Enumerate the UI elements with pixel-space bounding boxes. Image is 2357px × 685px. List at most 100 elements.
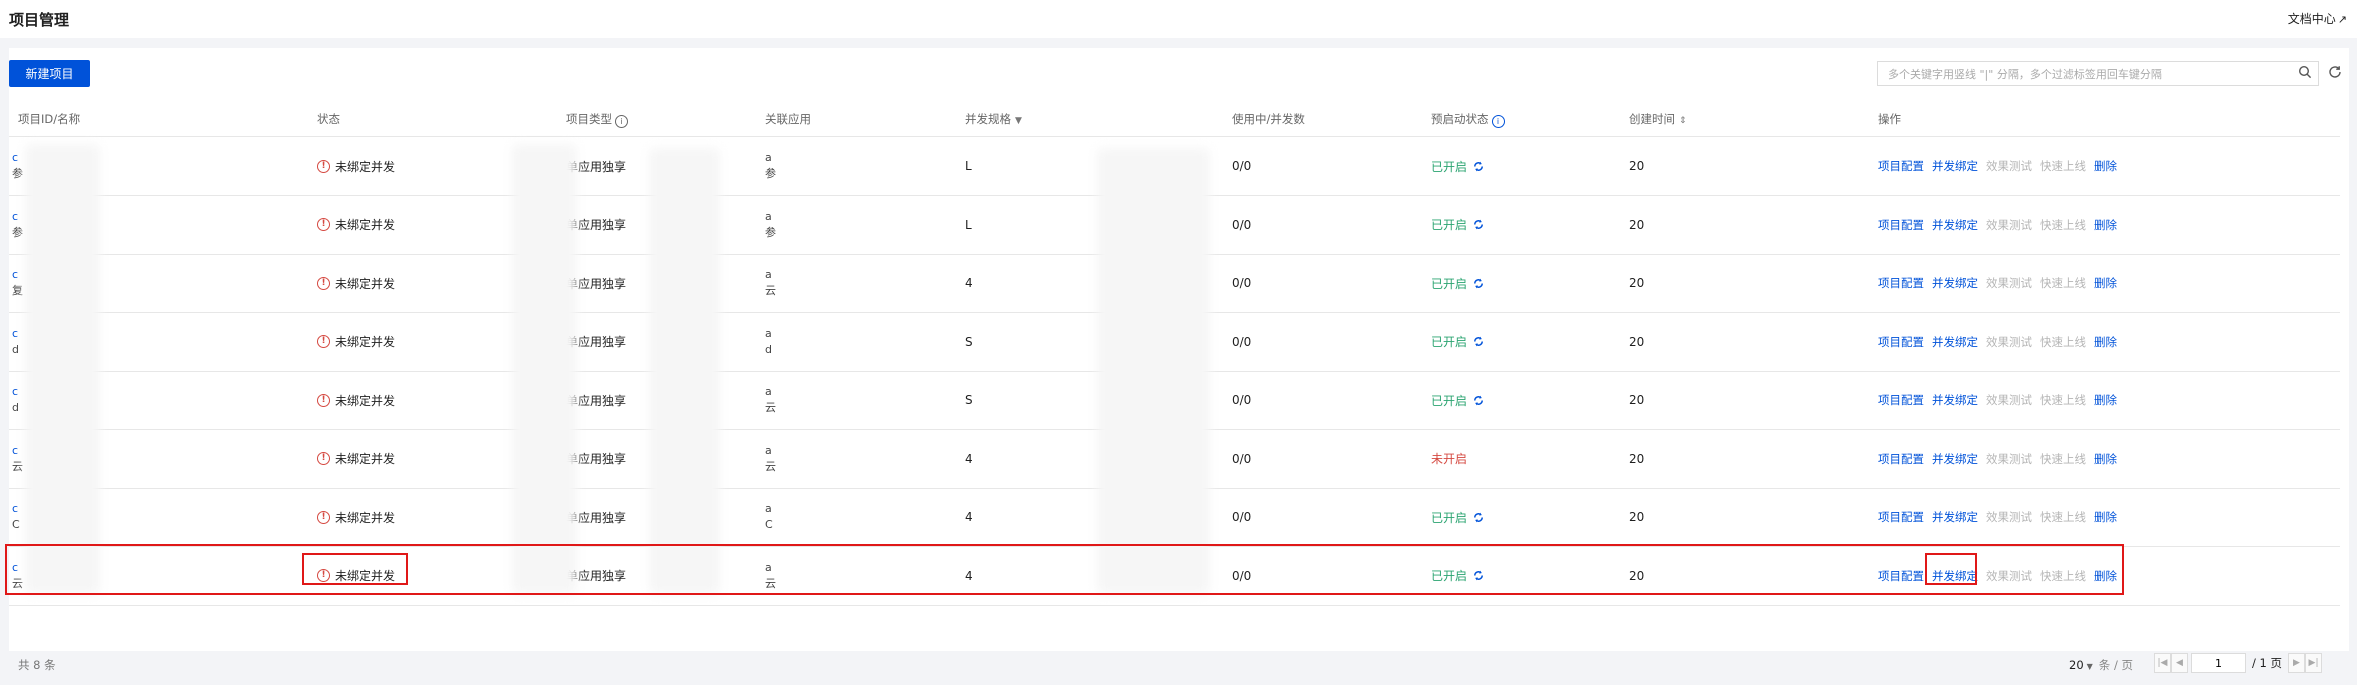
app-id: a xyxy=(765,443,772,457)
usage-cell: 0/0 xyxy=(1232,393,1252,407)
effect-test-link[interactable]: 效果测试 xyxy=(1986,158,2032,174)
project-id-link[interactable]: c xyxy=(12,267,18,283)
prev-page-icon[interactable]: ◀ xyxy=(2171,653,2188,673)
usage-cell: 0/0 xyxy=(1232,510,1252,524)
effect-test-link[interactable]: 效果测试 xyxy=(1986,509,2032,525)
delete-link[interactable]: 删除 xyxy=(2094,158,2117,174)
first-page-icon[interactable]: |◀ xyxy=(2154,653,2171,673)
project-id-link[interactable]: c xyxy=(12,150,18,166)
refresh-icon[interactable] xyxy=(2327,64,2343,80)
search-input[interactable] xyxy=(1886,65,2290,84)
project-config-link[interactable]: 项目配置 xyxy=(1878,158,1924,174)
status-text: 未绑定并发 xyxy=(335,393,396,408)
project-config-link[interactable]: 项目配置 xyxy=(1878,392,1924,408)
quick-launch-link[interactable]: 快速上线 xyxy=(2040,217,2086,233)
status-text: 未绑定并发 xyxy=(335,218,396,232)
delete-link[interactable]: 删除 xyxy=(2094,509,2117,525)
info-icon[interactable]: i xyxy=(615,115,628,128)
quick-launch-link[interactable]: 快速上线 xyxy=(2040,334,2086,350)
concurrency-bind-link[interactable]: 并发绑定 xyxy=(1932,392,1978,408)
id-name-cell: c云 xyxy=(12,430,23,488)
concurrency-bind-link[interactable]: 并发绑定 xyxy=(1932,275,1978,291)
app-name: 参 xyxy=(765,167,776,180)
prestart-cell: 已开启 xyxy=(1431,371,1485,429)
prestart-cell: 已开启 xyxy=(1431,313,1485,371)
next-page-icon[interactable]: ▶ xyxy=(2288,653,2306,673)
quick-launch-link[interactable]: 快速上线 xyxy=(2040,158,2086,174)
page-size-unit: 条 / 页 xyxy=(2098,658,2133,672)
quick-launch-link[interactable]: 快速上线 xyxy=(2040,451,2086,467)
search-icon[interactable] xyxy=(2298,65,2312,79)
sync-icon[interactable] xyxy=(1472,394,1485,407)
quick-launch-link[interactable]: 快速上线 xyxy=(2040,392,2086,408)
project-config-link[interactable]: 项目配置 xyxy=(1878,509,1924,525)
spec-cell: 4 xyxy=(965,510,973,524)
delete-link[interactable]: 删除 xyxy=(2094,217,2117,233)
project-name: d xyxy=(12,401,19,414)
effect-test-link[interactable]: 效果测试 xyxy=(1986,334,2032,350)
project-id-link[interactable]: c xyxy=(12,384,18,400)
project-config-link[interactable]: 项目配置 xyxy=(1878,275,1924,291)
quick-launch-link[interactable]: 快速上线 xyxy=(2040,509,2086,525)
concurrency-bind-link[interactable]: 并发绑定 xyxy=(1932,158,1978,174)
quick-launch-link[interactable]: 快速上线 xyxy=(2040,275,2086,291)
filter-icon[interactable]: ▼ xyxy=(1015,116,1022,126)
sort-icon[interactable]: ⇕ xyxy=(1679,116,1687,126)
project-id-link[interactable]: c xyxy=(12,501,18,517)
concurrency-bind-link[interactable]: 并发绑定 xyxy=(1932,334,1978,350)
app-cell: a云 xyxy=(765,371,776,429)
prestart-cell: 未开启 xyxy=(1431,430,1467,488)
id-name-cell: c参 xyxy=(12,196,23,254)
warning-icon: ! xyxy=(317,452,330,465)
sync-icon[interactable] xyxy=(1472,218,1485,231)
project-config-link[interactable]: 项目配置 xyxy=(1878,451,1924,467)
concurrency-bind-link[interactable]: 并发绑定 xyxy=(1932,217,1978,233)
delete-link[interactable]: 删除 xyxy=(2094,392,2117,408)
status-text: 未绑定并发 xyxy=(335,335,396,349)
new-project-button[interactable]: 新建项目 xyxy=(9,60,90,87)
warning-icon: ! xyxy=(317,159,330,173)
sync-icon[interactable] xyxy=(1472,335,1485,348)
actions-cell: 项目配置 并发绑定 效果测试 快速上线 删除 xyxy=(1878,371,2125,429)
app-id: a xyxy=(765,151,772,164)
created-cell: 20 xyxy=(1629,393,1645,407)
prestart-cell: 已开启 xyxy=(1431,196,1485,254)
sync-icon[interactable] xyxy=(1472,511,1485,524)
page-size-select[interactable]: 20 ▼ 条 / 页 xyxy=(2069,657,2133,673)
project-id-link[interactable]: c xyxy=(12,209,18,225)
doc-center-link[interactable]: 文档中心 ↗ xyxy=(2288,10,2347,27)
effect-test-link[interactable]: 效果测试 xyxy=(1986,217,2032,233)
prestart-cell: 已开启 xyxy=(1431,137,1485,195)
created-cell: 20 xyxy=(1629,451,1645,466)
app-cell: a云 xyxy=(765,430,776,488)
concurrency-bind-link[interactable]: 并发绑定 xyxy=(1932,509,1978,525)
col-spec: 并发规格 ▼ xyxy=(965,112,1022,126)
col-type: 项目类型 i xyxy=(566,111,628,128)
effect-test-link[interactable]: 效果测试 xyxy=(1986,392,2032,408)
project-config-link[interactable]: 项目配置 xyxy=(1878,334,1924,350)
created-cell: 20 xyxy=(1629,217,1645,232)
effect-test-link[interactable]: 效果测试 xyxy=(1986,275,2032,291)
sync-icon[interactable] xyxy=(1472,160,1485,173)
concurrency-bind-link[interactable]: 并发绑定 xyxy=(1932,451,1978,467)
effect-test-link[interactable]: 效果测试 xyxy=(1986,451,2032,467)
col-prestart: 预启动状态 i xyxy=(1431,111,1505,128)
project-config-link[interactable]: 项目配置 xyxy=(1878,217,1924,233)
actions-cell: 项目配置 并发绑定 效果测试 快速上线 删除 xyxy=(1878,254,2125,312)
delete-link[interactable]: 删除 xyxy=(2094,334,2117,350)
project-id-link[interactable]: c xyxy=(12,326,18,342)
status-text: 未绑定并发 xyxy=(335,159,396,174)
last-page-icon[interactable]: ▶| xyxy=(2305,653,2323,673)
app-id: a xyxy=(765,268,772,281)
page-number-input[interactable] xyxy=(2191,653,2246,673)
status-cell: ! 未绑定并发 xyxy=(317,430,395,488)
app-id: a xyxy=(765,209,772,223)
delete-link[interactable]: 删除 xyxy=(2094,275,2117,291)
prestart-status: 已开启 xyxy=(1431,159,1468,174)
project-id-link[interactable]: c xyxy=(12,443,18,459)
delete-link[interactable]: 删除 xyxy=(2094,451,2117,467)
sync-icon[interactable] xyxy=(1472,277,1485,290)
info-icon[interactable]: i xyxy=(1491,115,1505,128)
project-name: 参 xyxy=(12,167,23,180)
app-cell: aC xyxy=(765,488,773,546)
